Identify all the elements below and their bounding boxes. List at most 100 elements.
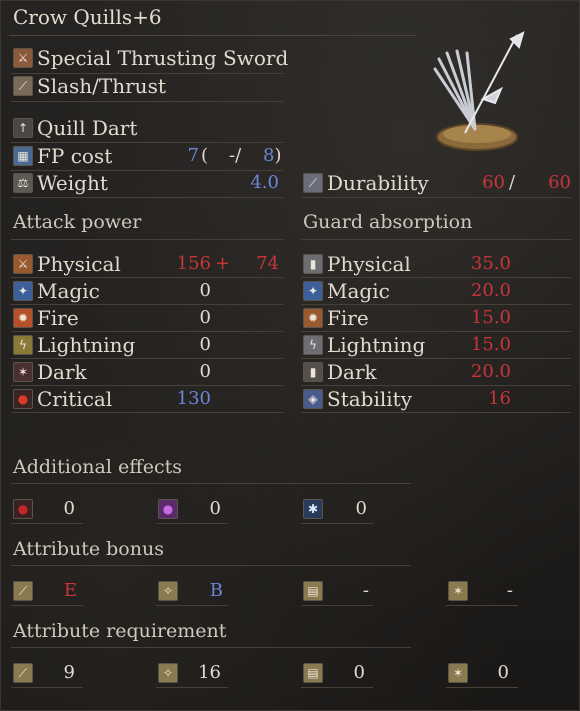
- fp-open: (: [201, 145, 209, 166]
- durability-max: 60: [548, 172, 571, 193]
- divider: [301, 687, 373, 688]
- attack-dark-value: 0: [199, 361, 211, 382]
- divider: [11, 687, 83, 688]
- frost-value: 0: [355, 498, 367, 519]
- attack-type: Slash/Thrust: [37, 74, 166, 98]
- critical-icon: ●: [13, 389, 33, 409]
- stability-icon: ◈: [303, 389, 323, 409]
- skill-name: Quill Dart: [37, 116, 138, 140]
- bleed-value: 0: [63, 498, 75, 519]
- dexterity-bonus: B: [209, 580, 223, 601]
- guard-physical-label: Physical: [327, 252, 411, 276]
- durability-icon: ⟋: [303, 173, 323, 193]
- divider: [11, 483, 411, 484]
- additional-effects-title: Additional effects: [13, 456, 182, 478]
- fp-max-value: 8: [263, 145, 275, 166]
- guard-magic-label: Magic: [327, 279, 390, 303]
- faith-requirement: 0: [497, 662, 509, 683]
- divider: [11, 197, 283, 198]
- guard-dark-value: 20.0: [470, 361, 511, 382]
- guard-magic-value: 20.0: [470, 280, 511, 301]
- fp-value: 7: [187, 145, 199, 166]
- poison-icon: ●: [158, 499, 178, 519]
- attack-type-icon: ⟋: [13, 76, 33, 96]
- dexterity-icon: ✧: [158, 581, 178, 601]
- divider: [11, 101, 283, 102]
- shield-lightning-icon: ϟ: [303, 335, 323, 355]
- magic-icon: ✦: [13, 281, 33, 301]
- dark-icon: ✶: [13, 362, 33, 382]
- intelligence-requirement: 0: [353, 662, 365, 683]
- guard-fire-value: 15.0: [470, 307, 511, 328]
- dexterity-icon: ✧: [158, 663, 178, 683]
- weight-label: Weight: [37, 171, 108, 195]
- frost-icon: ✱: [303, 499, 323, 519]
- strength-icon: ⟋: [13, 581, 33, 601]
- guard-absorption-title: Guard absorption: [303, 211, 473, 233]
- shield-physical-icon: ▮: [303, 254, 323, 274]
- strength-bonus: E: [63, 580, 77, 601]
- weapon-type-icon: ⚔: [13, 48, 33, 68]
- divider: [446, 687, 518, 688]
- intelligence-icon: ▤: [303, 663, 323, 683]
- fp-close: ): [274, 145, 282, 166]
- intelligence-bonus: -: [362, 580, 369, 601]
- guard-dark-label: Dark: [327, 360, 377, 384]
- weight-icon: ⚖: [13, 173, 33, 193]
- attack-lightning-label: Lightning: [37, 333, 136, 357]
- durability-label: Durability: [327, 171, 429, 195]
- divider: [156, 523, 228, 524]
- guard-physical-value: 35.0: [470, 253, 511, 274]
- durability-value: 60: [482, 172, 505, 193]
- divider: [301, 523, 373, 524]
- divider: [11, 647, 411, 648]
- sword-physical-icon: ⚔: [13, 254, 33, 274]
- attack-magic-value: 0: [199, 280, 211, 301]
- divider: [11, 565, 411, 566]
- attack-fire-value: 0: [199, 307, 211, 328]
- attack-physical-value: 156: [176, 253, 211, 274]
- guard-stability-label: Stability: [327, 387, 412, 411]
- attack-fire-label: Fire: [37, 306, 79, 330]
- attribute-requirement-title: Attribute requirement: [13, 620, 227, 642]
- weight-value: 4.0: [250, 172, 279, 193]
- divider: [11, 523, 83, 524]
- fp-max: 8): [263, 143, 281, 169]
- attack-critical-label: Critical: [37, 387, 113, 411]
- divider: [156, 687, 228, 688]
- divider: [301, 605, 373, 606]
- divider: [301, 412, 571, 413]
- divider: [11, 239, 283, 240]
- durability-separator: /: [509, 172, 516, 193]
- dexterity-requirement: 16: [198, 662, 221, 683]
- divider: [301, 197, 571, 198]
- attack-critical-value: 130: [176, 388, 211, 409]
- guard-stability-value: 16: [488, 388, 511, 409]
- attribute-bonus-title: Attribute bonus: [13, 538, 164, 560]
- attack-physical-bonus: 74: [256, 253, 279, 274]
- guard-lightning-value: 15.0: [470, 334, 511, 355]
- attack-lightning-value: 0: [199, 334, 211, 355]
- fp-label: FP cost: [37, 144, 113, 168]
- fp-separator: -/: [229, 145, 242, 166]
- weapon-type: Special Thrusting Sword: [37, 46, 289, 70]
- faith-bonus: -: [506, 580, 513, 601]
- attack-physical-label: Physical: [37, 252, 121, 276]
- divider: [11, 605, 83, 606]
- divider: [156, 605, 228, 606]
- guard-fire-label: Fire: [327, 306, 369, 330]
- attack-power-title: Attack power: [13, 211, 142, 233]
- shield-magic-icon: ✦: [303, 281, 323, 301]
- divider: [11, 412, 283, 413]
- shield-dark-icon: ▮: [303, 362, 323, 382]
- bleed-icon: ●: [13, 499, 33, 519]
- weapon-name: Crow Quills+6: [13, 5, 162, 29]
- divider: [301, 239, 571, 240]
- faith-icon: ✶: [448, 581, 468, 601]
- lightning-icon: ϟ: [13, 335, 33, 355]
- fire-icon: ✹: [13, 308, 33, 328]
- skill-icon: ↑: [13, 118, 33, 138]
- fp-icon: ▦: [13, 146, 33, 166]
- intelligence-icon: ▤: [303, 581, 323, 601]
- strength-icon: ⟋: [13, 663, 33, 683]
